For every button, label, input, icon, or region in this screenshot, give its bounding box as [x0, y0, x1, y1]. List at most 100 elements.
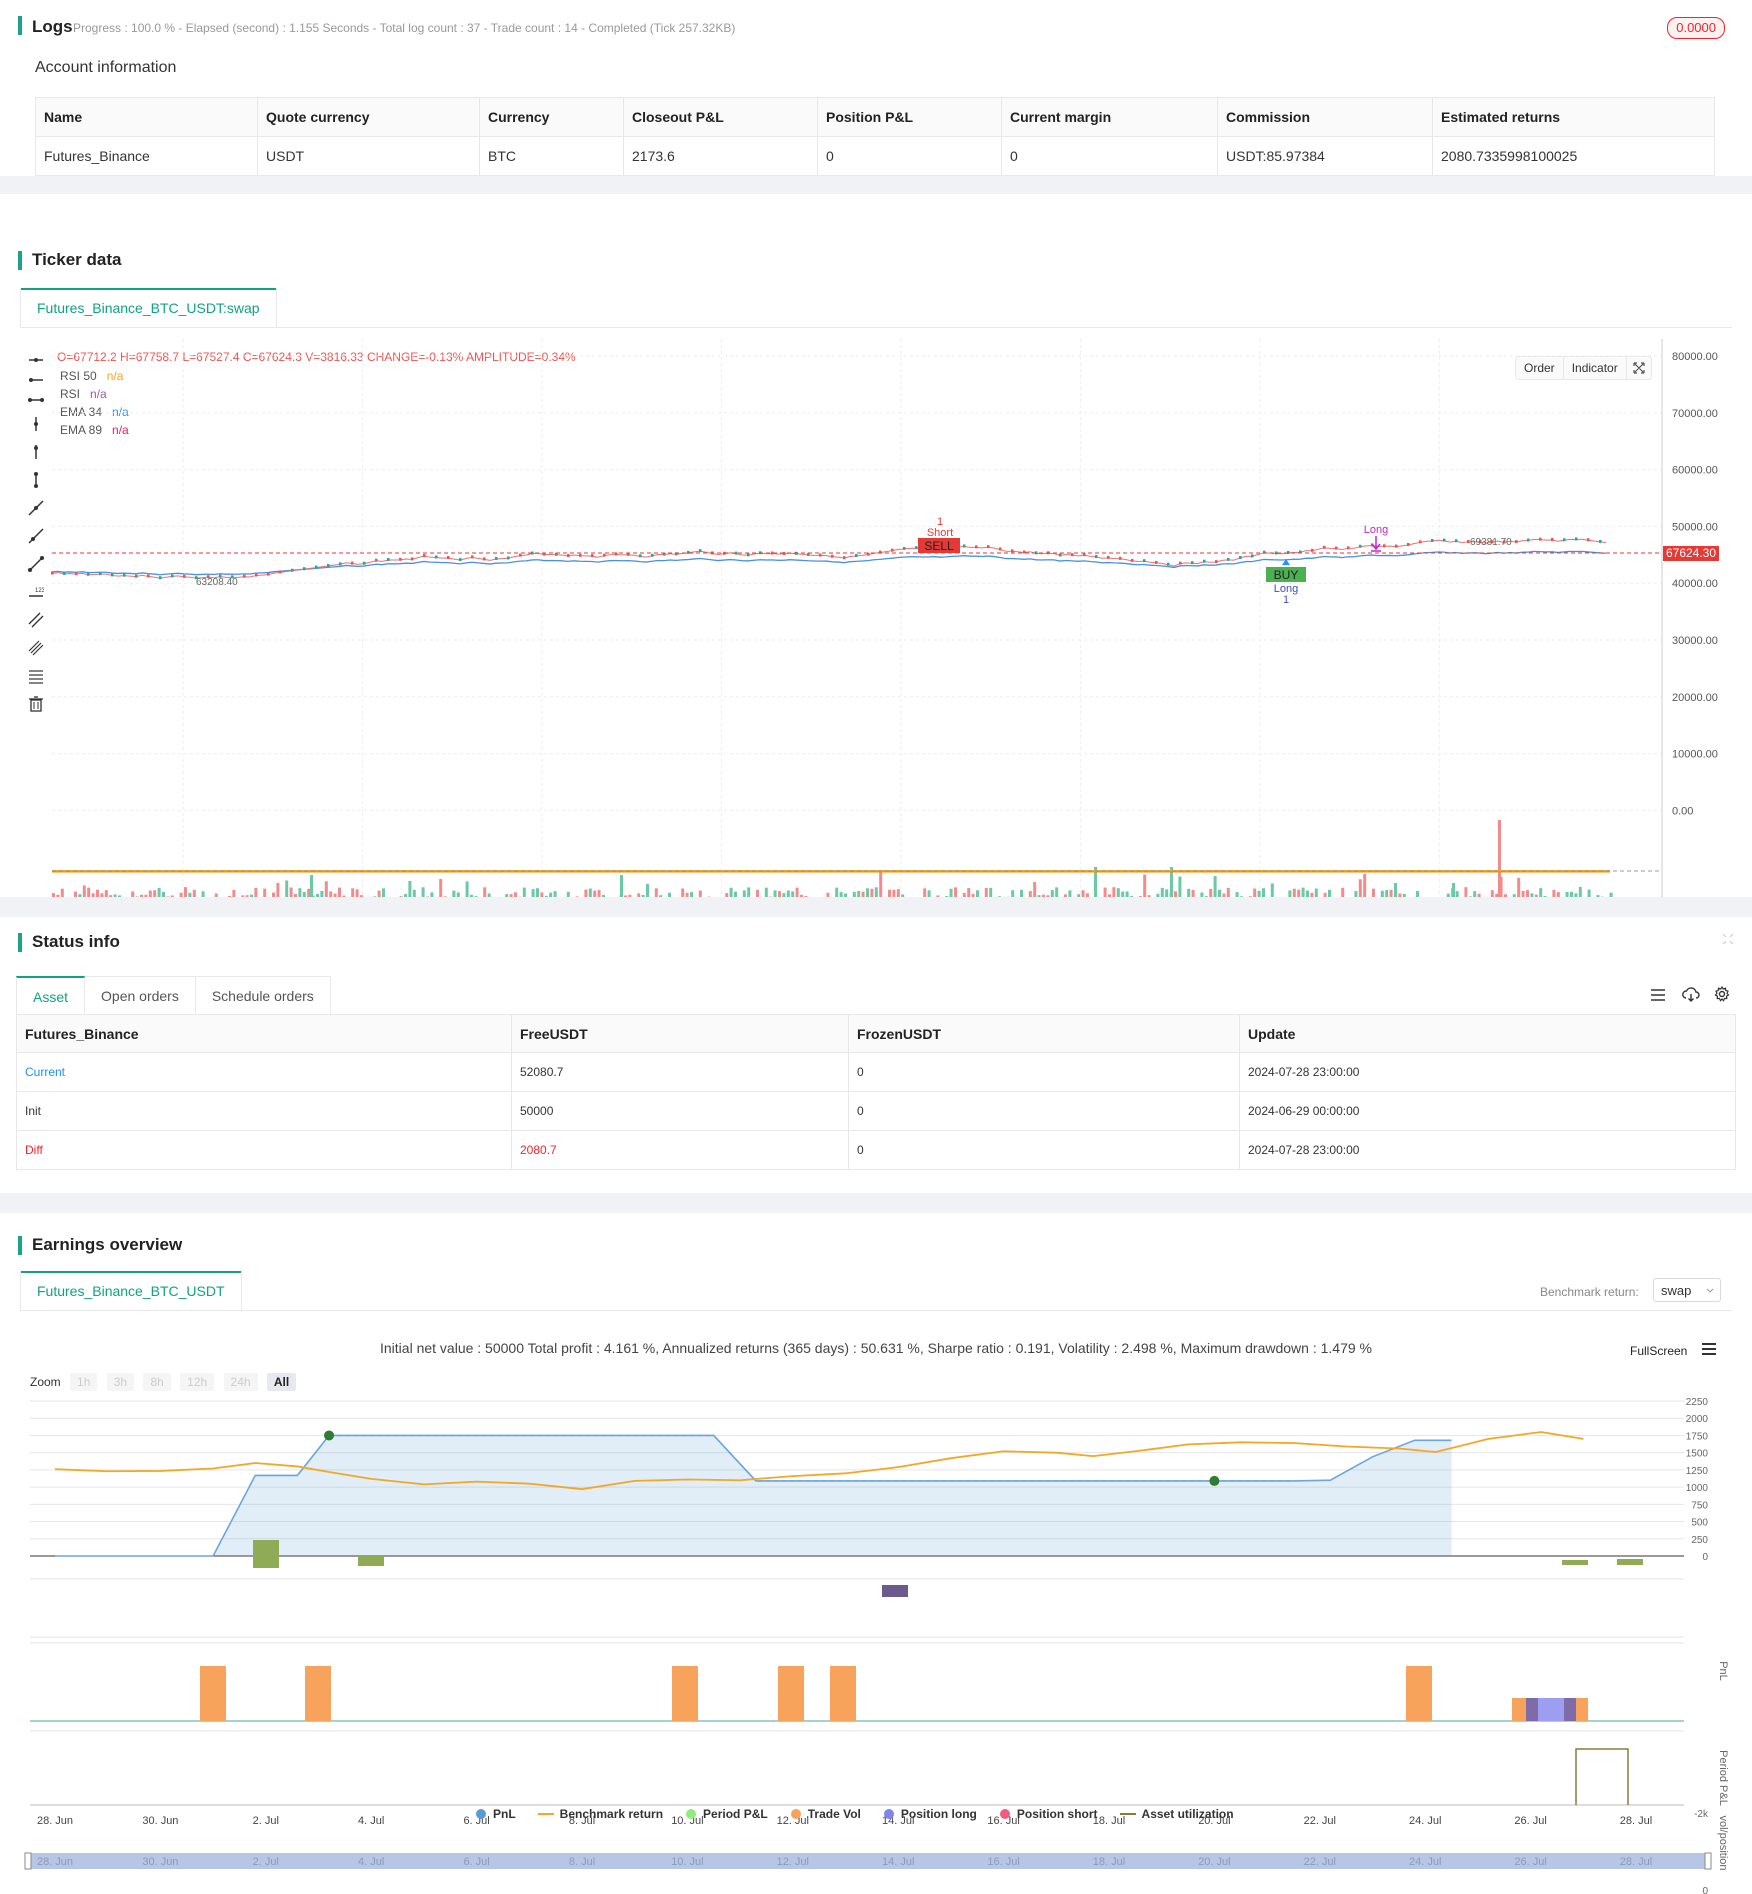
tab-earnings-symbol[interactable]: Futures_Binance_BTC_USDT — [20, 1271, 242, 1310]
zoom-3h[interactable]: 3h — [106, 1373, 135, 1391]
volume-bar — [82, 885, 86, 897]
navigator-handle-left[interactable] — [24, 1852, 32, 1870]
settings-gear-icon[interactable] — [1714, 986, 1730, 1002]
legend-position-long-icon — [883, 1809, 894, 1819]
volume-bar — [870, 888, 874, 897]
benchmark-value: swap — [1661, 1283, 1692, 1298]
volume-bar — [923, 888, 927, 897]
volume-bar — [254, 887, 258, 897]
period-bar — [882, 1585, 908, 1597]
legend-pnl[interactable]: PnL — [475, 1807, 516, 1821]
candle — [1191, 561, 1194, 565]
volume-bar — [839, 892, 843, 897]
volume-bar — [690, 892, 693, 897]
fullscreen-button[interactable]: FullScreen — [1630, 1344, 1687, 1358]
zoom-8h[interactable]: 8h — [143, 1373, 171, 1391]
volume-bar — [78, 894, 82, 897]
volume-bar — [1020, 889, 1023, 897]
volume-bar — [1314, 888, 1318, 897]
zoom-1h[interactable]: 1h — [70, 1373, 98, 1391]
col-header: Position P&L — [817, 97, 1002, 137]
short-label: Short — [927, 527, 953, 539]
chevron-down-icon — [1706, 1288, 1714, 1293]
volume-bar — [245, 895, 249, 897]
volume-bar — [430, 892, 434, 897]
navigator-tick-label: 4. Jul — [358, 1856, 384, 1868]
asset-header-row: Futures_Binance FreeUSDT FrozenUSDT Upda… — [16, 1014, 1736, 1053]
navigator-range[interactable] — [28, 1853, 1708, 1869]
volume-bar — [100, 893, 104, 897]
volume-bar — [620, 875, 623, 897]
volume-bar — [1543, 896, 1547, 897]
legend-period[interactable]: Period P&L — [685, 1807, 768, 1821]
candle — [1527, 538, 1530, 542]
tab-asset[interactable]: Asset — [16, 976, 86, 1016]
price-chart[interactable]: 80000.00 70000.00 60000.00 50000.00 40000.00… — [0, 334, 1752, 897]
col-header: Commission — [1217, 97, 1433, 137]
legend-benchmark[interactable]: Benchmark return — [537, 1807, 663, 1821]
cloud-download-icon[interactable] — [1682, 987, 1700, 1003]
zoom-all[interactable]: All — [266, 1373, 297, 1391]
row-label-current[interactable]: Current — [16, 1052, 512, 1092]
candle — [819, 553, 822, 557]
volume-bar — [1156, 893, 1160, 897]
volume-bar — [1556, 892, 1560, 897]
benchmark-select[interactable]: swap — [1653, 1278, 1721, 1302]
chart-menu-icon[interactable] — [1701, 1342, 1717, 1356]
volume-bar — [1125, 891, 1129, 897]
candle — [1563, 538, 1566, 542]
tab-divider — [20, 1310, 1732, 1311]
volume-bar — [1050, 890, 1054, 897]
volume-bar — [668, 892, 671, 897]
candle — [1179, 561, 1182, 565]
buy-marker[interactable]: BUY — [1274, 568, 1299, 582]
status-panel: Status info Asset Open orders Schedule o… — [0, 917, 1752, 1193]
volume-bar — [241, 895, 245, 897]
legend-asset-util[interactable]: Asset utilization — [1119, 1807, 1234, 1821]
candle — [1383, 544, 1386, 548]
cell: 2080.7 — [511, 1130, 849, 1170]
menu-icon[interactable] — [1650, 987, 1666, 1003]
volume-bar — [505, 894, 509, 897]
volume-bar — [998, 896, 1001, 897]
volume-bar — [96, 889, 99, 897]
zoom-12h[interactable]: 12h — [180, 1373, 215, 1391]
volume-bar — [1464, 887, 1468, 897]
volume-bar — [892, 889, 896, 897]
legend-position-long[interactable]: Position long — [883, 1807, 977, 1821]
volume-bar — [131, 891, 135, 897]
candle — [1215, 560, 1218, 564]
candle — [315, 565, 318, 569]
collapse-icon[interactable] — [1722, 933, 1734, 945]
navigator-handle-right[interactable] — [1704, 1852, 1712, 1870]
volume-bar — [294, 894, 297, 897]
sell-marker[interactable]: SELL — [924, 539, 954, 553]
y-tick-label: 70000.00 — [1672, 408, 1718, 420]
cell: BTC — [479, 136, 624, 176]
tab-schedule-orders[interactable]: Schedule orders — [195, 976, 331, 1016]
navigator-tick-label: 28. Jun — [37, 1856, 73, 1868]
tab-open-orders[interactable]: Open orders — [85, 976, 196, 1016]
zoom-24h[interactable]: 24h — [223, 1373, 258, 1391]
trade-vol-bar — [305, 1666, 331, 1721]
volume-bar — [901, 894, 905, 897]
candle — [1359, 544, 1362, 548]
y-tick-label: 80000.00 — [1672, 351, 1718, 363]
time-navigator[interactable]: 28. Jun 30. Jun 2. Jul 4. Jul 6. Jul 8. Jul 10… — [0, 1843, 1752, 1873]
asset-table: Futures_Binance FreeUSDT FrozenUSDT Upda… — [16, 1014, 1736, 1170]
volume-bar — [1064, 894, 1067, 897]
legend-trade-vol[interactable]: Trade Vol — [790, 1807, 861, 1821]
logs-badge[interactable]: 0.0000 — [1667, 17, 1725, 39]
candle — [1515, 540, 1518, 544]
tab-ticker-symbol[interactable]: Futures_Binance_BTC_USDT:swap — [20, 288, 277, 327]
volume-bar — [742, 890, 746, 897]
trade-vol-bar — [778, 1666, 804, 1721]
candle — [459, 558, 462, 562]
x-tick-label: 26. Jul — [1514, 1815, 1546, 1827]
volume-bar — [483, 887, 487, 897]
legend-position-short[interactable]: Position short — [999, 1807, 1098, 1821]
y-tick-label: 2250 — [1686, 1397, 1709, 1408]
volume-bar — [1570, 891, 1573, 897]
volume-bar — [1565, 891, 1569, 897]
volume-bar — [1297, 889, 1301, 897]
